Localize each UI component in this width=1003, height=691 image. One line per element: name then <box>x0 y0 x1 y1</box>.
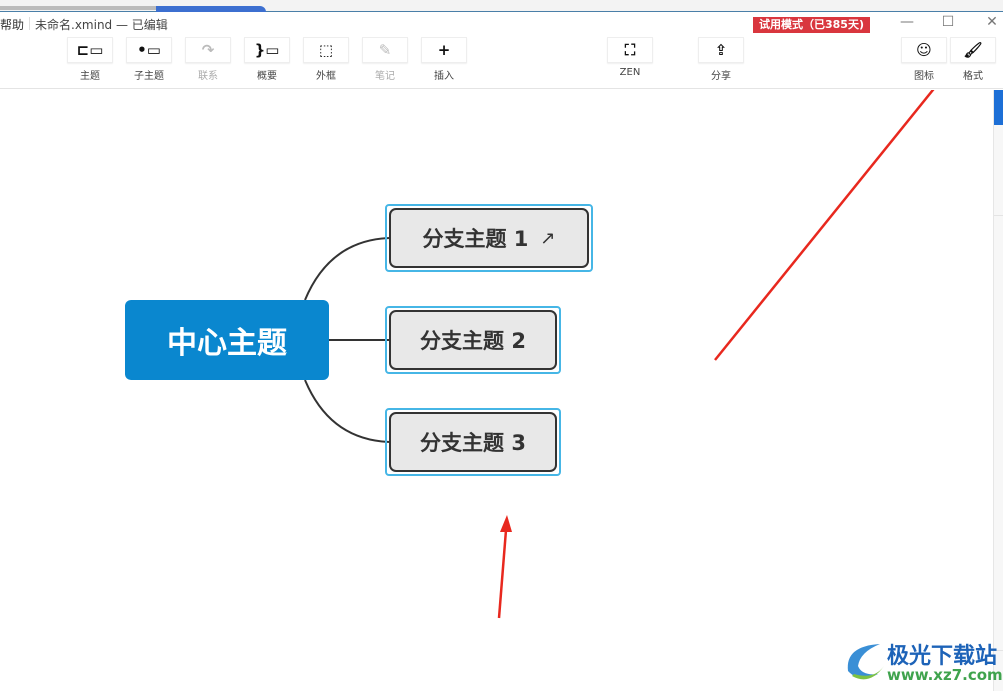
relationship-icon[interactable]: ↷ <box>185 37 231 63</box>
watermark-url: www.xz7.com <box>887 666 1003 684</box>
watermark-logo: 极光下载站 www.xz7.com <box>840 632 1003 688</box>
branch-topic-2[interactable]: 分支主题 2 <box>385 306 561 374</box>
external-link-icon[interactable]: ↗ <box>540 228 555 249</box>
branch-label: 分支主题 1 <box>422 227 529 251</box>
toolbar-button-boundary[interactable]: ⬚ 外框 <box>302 37 350 82</box>
toolbar-button-subtopic[interactable]: •▭ 子主题 <box>125 37 173 82</box>
toolbar-button-smiley[interactable]: ☺ 图标 <box>900 37 948 82</box>
note-icon[interactable]: ✎ <box>362 37 408 63</box>
plus-icon[interactable]: + <box>421 37 467 63</box>
right-panel-edge <box>993 90 1003 691</box>
menu-help[interactable]: 帮助 <box>0 16 24 33</box>
annotation-arrow-2 <box>497 529 508 619</box>
toolbar-label: 子主题 <box>134 71 164 82</box>
smiley-icon[interactable]: ☺ <box>901 37 947 63</box>
divider <box>29 17 30 30</box>
toolbar-label: 图标 <box>914 71 934 82</box>
connectors <box>304 90 935 619</box>
fullscreen-icon[interactable]: ⛶ <box>607 37 653 63</box>
toolbar-label: 概要 <box>257 71 277 82</box>
toolbar-button-fullscreen[interactable]: ⛶ ZEN <box>606 37 654 78</box>
toolbar-button-topic[interactable]: ⊏▭ 主题 <box>66 37 114 82</box>
branch-topic-1[interactable]: 分支主题 1 ↗ <box>385 204 593 272</box>
subtopic-icon[interactable]: •▭ <box>126 37 172 63</box>
branch-topic-3[interactable]: 分支主题 3 <box>385 408 561 476</box>
minimize-button[interactable]: — <box>897 14 917 30</box>
trial-badge[interactable]: 试用模式（已385天) <box>753 17 870 33</box>
toolbar-label: 主题 <box>80 71 100 82</box>
maximize-button[interactable]: ☐ <box>938 14 958 30</box>
branch-label: 分支主题 2 <box>420 329 526 353</box>
document-title: 未命名.xmind — 已编辑 <box>35 18 168 32</box>
toolbar-button-plus[interactable]: + 插入 <box>420 37 468 82</box>
toolbar-button-relationship[interactable]: ↷ 联系 <box>184 37 232 82</box>
boundary-icon[interactable]: ⬚ <box>303 37 349 63</box>
toolbar-label: 格式 <box>963 71 983 82</box>
toolbar-label: 外框 <box>316 71 336 82</box>
active-tab[interactable] <box>156 6 266 12</box>
toolbar-label: 分享 <box>711 71 731 82</box>
paint-brush-icon[interactable]: 🖌 <box>950 37 996 63</box>
panel-tab[interactable] <box>994 90 1003 125</box>
annotation-arrow-1 <box>714 90 935 361</box>
topic-icon[interactable]: ⊏▭ <box>67 37 113 63</box>
toolbar-button-paint-brush[interactable]: 🖌 格式 <box>949 37 997 82</box>
watermark-swirl-icon <box>847 644 884 680</box>
connector-3 <box>304 379 391 443</box>
toolbar-label: 笔记 <box>375 71 395 82</box>
toolbar-label: ZEN <box>619 67 641 78</box>
share-icon[interactable]: ⇪ <box>698 37 744 63</box>
toolbar-button-note[interactable]: ✎ 笔记 <box>361 37 409 82</box>
toolbar-label: 联系 <box>198 71 218 82</box>
annotation-arrowhead-2 <box>500 515 512 532</box>
mindmap-canvas[interactable] <box>0 90 993 691</box>
tab[interactable] <box>0 6 156 10</box>
branch-label: 分支主题 3 <box>420 431 526 455</box>
connector-1 <box>304 237 391 301</box>
summary-icon[interactable]: }▭ <box>244 37 290 63</box>
toolbar-button-share[interactable]: ⇪ 分享 <box>697 37 745 82</box>
toolbar-label: 插入 <box>434 71 454 82</box>
central-topic[interactable]: 中心主题 <box>125 300 329 380</box>
close-button[interactable]: ✕ <box>982 14 1002 30</box>
browser-tab-strip <box>0 0 1003 12</box>
toolbar-button-summary[interactable]: }▭ 概要 <box>243 37 291 82</box>
toolbar: ⊏▭ 主题 •▭ 子主题 ↷ 联系 }▭ 概要 ⬚ 外框 ✎ 笔记 + 插入 ⛶ ZEN ⇪ 分享 ☺ 图标 🖌 格式 <box>0 33 1003 89</box>
